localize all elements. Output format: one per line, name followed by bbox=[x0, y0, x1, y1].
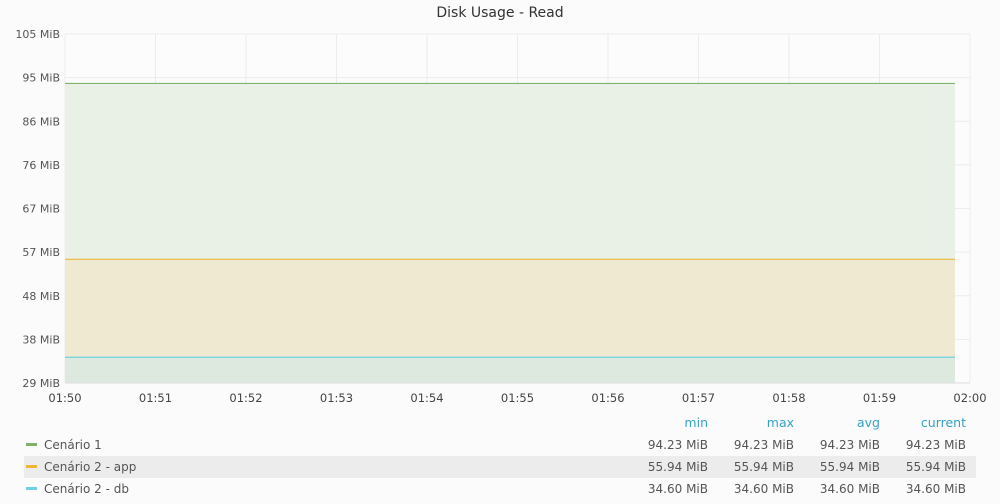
legend-max-value: 55.94 MiB bbox=[733, 460, 794, 474]
legend-current-value: 55.94 MiB bbox=[905, 460, 966, 474]
x-tick-label: 01:59 bbox=[863, 391, 896, 405]
legend-max-value: 34.60 MiB bbox=[733, 482, 794, 496]
legend-min-value: 55.94 MiB bbox=[647, 460, 708, 474]
y-tick-label: 48 MiB bbox=[22, 290, 60, 303]
legend-swatch-cenario-2-app bbox=[26, 465, 37, 468]
y-tick-label: 67 MiB bbox=[22, 203, 60, 216]
legend-series-name[interactable]: Cenário 1 bbox=[44, 434, 102, 456]
legend-row-cenario-2-app[interactable]: Cenário 2 - app 55.94 MiB 55.94 MiB 55.9… bbox=[24, 456, 976, 478]
x-tick-label: 01:57 bbox=[682, 391, 715, 405]
y-tick-label: 86 MiB bbox=[22, 115, 60, 128]
x-tick-label: 02:00 bbox=[953, 391, 986, 405]
chart-plot[interactable]: 105 MiB 95 MiB 86 MiB 76 MiB 67 MiB 57 MiB 48 … bbox=[0, 0, 1000, 410]
legend-current-value: 94.23 MiB bbox=[905, 438, 966, 452]
x-tick-label: 01:50 bbox=[48, 391, 81, 405]
legend-min-value: 34.60 MiB bbox=[647, 482, 708, 496]
legend-header: min max avg current bbox=[24, 412, 976, 434]
x-tick-label: 01:52 bbox=[229, 391, 262, 405]
legend-table: min max avg current Cenário 1 94.23 MiB … bbox=[24, 412, 976, 500]
legend-current-value: 34.60 MiB bbox=[905, 482, 966, 496]
legend-row-cenario-1[interactable]: Cenário 1 94.23 MiB 94.23 MiB 94.23 MiB … bbox=[24, 434, 976, 456]
legend-row-cenario-2-db[interactable]: Cenário 2 - db 34.60 MiB 34.60 MiB 34.60… bbox=[24, 478, 976, 500]
x-tick-label: 01:53 bbox=[320, 391, 353, 405]
y-tick-label: 105 MiB bbox=[15, 28, 60, 41]
legend-max-value: 94.23 MiB bbox=[733, 438, 794, 452]
legend-swatch-cenario-2-db bbox=[26, 487, 37, 490]
legend-avg-value: 55.94 MiB bbox=[819, 460, 880, 474]
legend-header-max[interactable]: max bbox=[704, 412, 794, 434]
legend-avg-value: 94.23 MiB bbox=[819, 438, 880, 452]
x-tick-label: 01:56 bbox=[591, 391, 624, 405]
legend-swatch-cenario-1 bbox=[26, 443, 37, 446]
y-tick-label: 38 MiB bbox=[22, 333, 60, 346]
y-tick-label: 29 MiB bbox=[22, 377, 60, 390]
y-tick-label: 95 MiB bbox=[22, 72, 60, 85]
legend-min-value: 94.23 MiB bbox=[647, 438, 708, 452]
legend-header-min[interactable]: min bbox=[618, 412, 708, 434]
legend-header-avg[interactable]: avg bbox=[790, 412, 880, 434]
x-tick-label: 01:51 bbox=[139, 391, 172, 405]
x-tick-label: 01:54 bbox=[410, 391, 443, 405]
legend-series-name[interactable]: Cenário 2 - db bbox=[44, 478, 129, 500]
y-tick-label: 57 MiB bbox=[22, 246, 60, 259]
legend-avg-value: 34.60 MiB bbox=[819, 482, 880, 496]
legend-series-name[interactable]: Cenário 2 - app bbox=[44, 456, 136, 478]
x-tick-label: 01:58 bbox=[772, 391, 805, 405]
legend-header-current[interactable]: current bbox=[876, 412, 966, 434]
series-area-2 bbox=[65, 357, 955, 383]
x-tick-label: 01:55 bbox=[501, 391, 534, 405]
y-tick-label: 76 MiB bbox=[22, 159, 60, 172]
